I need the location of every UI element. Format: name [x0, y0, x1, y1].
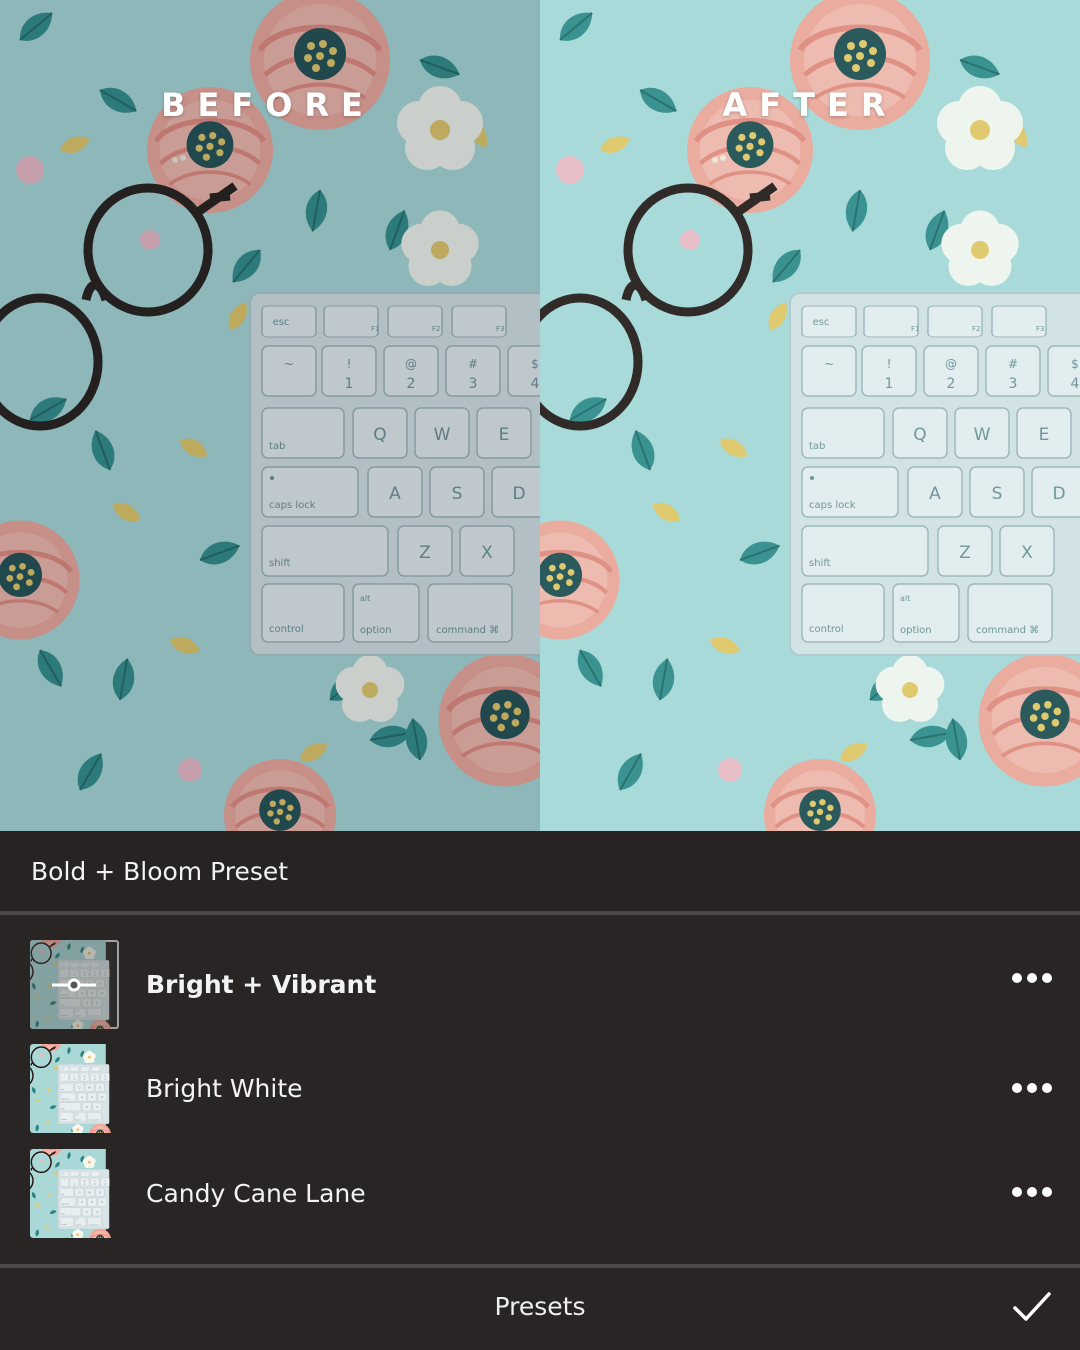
after-label: AFTER — [722, 86, 898, 124]
more-horizontal-icon[interactable] — [1012, 1186, 1052, 1198]
preset-pack-header: Bold + Bloom Preset — [0, 831, 1080, 911]
before-photo — [0, 0, 540, 831]
after-image: AFTER — [540, 0, 1080, 831]
preset-item-bright-white[interactable]: Bright White — [0, 1044, 1080, 1144]
preset-list: Bright + Vibrant Bright White Candy Cane… — [0, 915, 1080, 1264]
preset-thumbnail[interactable] — [30, 1149, 119, 1238]
preset-thumbnail[interactable] — [30, 940, 119, 1029]
presets-tab-label[interactable]: Presets — [0, 1292, 1080, 1321]
preset-label: Candy Cane Lane — [146, 1179, 366, 1208]
preset-pack-title: Bold + Bloom Preset — [31, 857, 289, 886]
preset-item-bright-vibrant[interactable]: Bright + Vibrant — [0, 940, 1080, 1040]
preset-thumbnail[interactable] — [30, 1044, 119, 1133]
preset-label: Bright + Vibrant — [146, 970, 377, 999]
after-photo — [540, 0, 1080, 831]
more-horizontal-icon[interactable] — [1012, 972, 1052, 984]
before-image: BEFORE — [0, 0, 540, 831]
before-after-comparison: BEFORE AFTER — [0, 0, 1080, 831]
bottom-toolbar: Presets — [0, 1268, 1080, 1350]
checkmark-icon[interactable] — [1012, 1290, 1052, 1324]
preset-item-candy-cane-lane[interactable]: Candy Cane Lane — [0, 1149, 1080, 1249]
more-horizontal-icon[interactable] — [1012, 1082, 1052, 1094]
thumbnail-image — [30, 1149, 119, 1238]
adjust-slider-icon — [52, 978, 96, 992]
preset-label: Bright White — [146, 1074, 303, 1103]
thumbnail-image — [30, 1044, 119, 1133]
before-label: BEFORE — [161, 86, 375, 124]
